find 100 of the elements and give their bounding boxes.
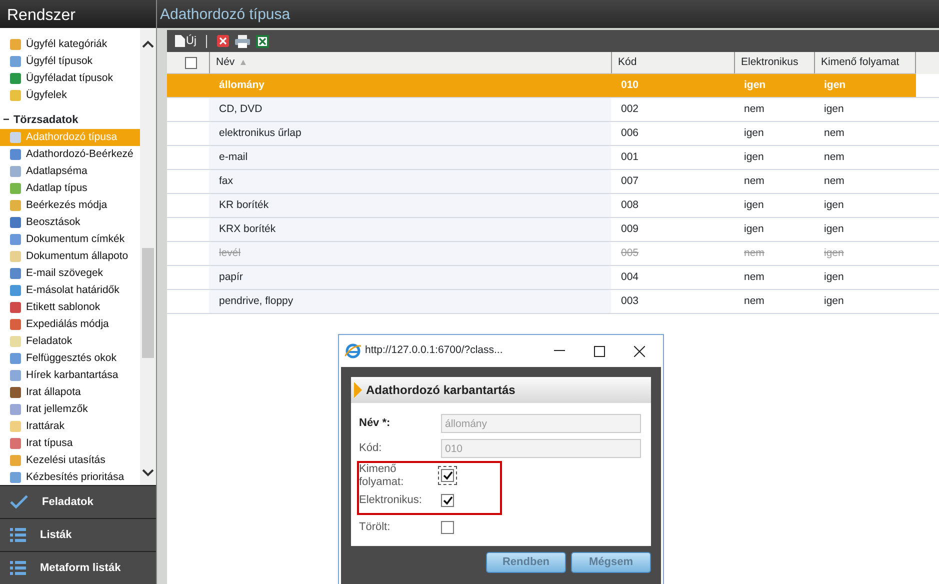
table-cell: CD, DVD: [209, 98, 611, 122]
sidebar-item[interactable]: Irat állapota: [0, 384, 140, 401]
item-label: Irat állapota: [26, 384, 81, 400]
sidebar-item[interactable]: Ügyfél típusok: [0, 53, 140, 70]
square-icon: [10, 353, 21, 364]
square-icon: [10, 183, 21, 194]
item-label: Irat jellemzők: [26, 402, 88, 417]
square-icon: [10, 132, 21, 143]
item-label: Beosztások: [26, 214, 80, 230]
square-icon: [10, 234, 21, 245]
table-cell: igen: [814, 74, 916, 98]
field-label: Elektronikus:: [359, 494, 423, 507]
table-cell: igen: [734, 218, 814, 242]
delete-icon[interactable]: [217, 35, 230, 47]
minimize-icon: [554, 350, 564, 352]
item-label: Beérkezés módja: [26, 198, 108, 213]
table-cell: nem: [814, 122, 916, 146]
browser-icon: [345, 343, 361, 359]
sidebar-item[interactable]: Kézbesítés prioritása: [0, 469, 140, 485]
sidebar-item[interactable]: Felfüggesztés okok: [0, 350, 140, 367]
square-icon: [10, 200, 21, 211]
item-label: E-másolat határidők: [26, 282, 120, 298]
sidebar-item[interactable]: Irat jellemzők: [0, 401, 140, 418]
column-header[interactable]: Elektronikus: [734, 52, 814, 74]
table-cell: nem: [734, 266, 814, 290]
item-label: Adathordozó-Beérkezé: [26, 146, 134, 162]
sidebar-item[interactable]: Dokumentum állapoto: [0, 248, 140, 265]
table-cell: 009: [611, 218, 734, 242]
field-label: Kód:: [359, 442, 383, 455]
square-icon: [10, 302, 21, 313]
check-icon: [10, 495, 28, 509]
sidebar-item[interactable]: Ügyfelek: [0, 87, 140, 104]
sidebar-item[interactable]: Adatlap típus: [0, 180, 140, 197]
item-label: Dokumentum címkék: [26, 232, 125, 247]
sidebar-item[interactable]: Etikett sablonok: [0, 299, 140, 316]
sidebar-item[interactable]: E-mail szövegek: [0, 265, 140, 282]
table-cell: igen: [734, 194, 814, 218]
spreadsheet-icon[interactable]: [256, 34, 270, 48]
square-icon: [10, 251, 21, 262]
table-cell: nem: [734, 170, 814, 194]
sidebar-item[interactable]: Kezelési utasítás: [0, 452, 140, 469]
column-header[interactable]: Név ▲: [209, 52, 611, 74]
item-label: Expediálás módja: [26, 316, 109, 332]
new-button[interactable]: Új: [175, 32, 196, 50]
square-icon: [10, 438, 21, 449]
sidebar-item[interactable]: Ügyfél kategóriák: [0, 36, 140, 53]
item-label: E-mail szövegek: [26, 266, 104, 281]
checkbox[interactable]: [438, 491, 457, 510]
item-label: Adathordozó típusa: [26, 130, 118, 145]
sidebar-item[interactable]: Beosztások: [0, 214, 140, 231]
scroll-up-icon[interactable]: [142, 40, 154, 48]
sidebar-item[interactable]: Irattárak: [0, 418, 140, 435]
sidebar-item[interactable]: Adathordozó-Beérkezé: [0, 146, 140, 163]
square-icon: [10, 421, 21, 432]
item-label: Irattárak: [26, 418, 65, 434]
column-header[interactable]: Kimenő folyamat: [814, 52, 916, 74]
table-cell: igen: [814, 194, 916, 218]
table-cell: [167, 74, 209, 98]
square-icon: [10, 404, 21, 415]
column-header[interactable]: Kód: [611, 52, 734, 74]
table-cell: 003: [611, 290, 734, 314]
sidebar-item[interactable]: Ügyféladat típusok: [0, 70, 140, 87]
item-label: Ügyfél kategóriák: [26, 36, 108, 52]
square-icon: [10, 268, 21, 279]
print-icon[interactable]: [235, 34, 250, 48]
table-cell: papír: [209, 266, 611, 290]
table-cell: 005: [611, 242, 734, 266]
sort-icon: ▲: [238, 56, 248, 70]
sidebar-item[interactable]: Dokumentum címkék: [0, 231, 140, 248]
select-all-checkbox[interactable]: [185, 56, 197, 68]
sidebar-item[interactable]: Irat típusa: [0, 435, 140, 452]
close-icon: [634, 346, 644, 356]
sidebar-item[interactable]: Feladatok: [0, 333, 140, 350]
page-title: Adathordozó típusa: [157, 0, 939, 28]
table-cell: 008: [611, 194, 734, 218]
checkbox[interactable]: [438, 466, 457, 485]
item-label: Felfüggesztés okok: [26, 350, 116, 366]
table-cell: levél: [209, 242, 611, 266]
group-label: Törzsadatok: [13, 113, 78, 128]
square-icon: [10, 56, 21, 67]
checkbox[interactable]: [438, 518, 457, 537]
field-label: Kimenő folyamat:: [359, 463, 405, 488]
sidebar-item[interactable]: E-másolat határidők: [0, 282, 140, 299]
sidebar-item[interactable]: Beérkezés módja: [0, 197, 140, 214]
scrollbar-thumb[interactable]: [142, 248, 154, 358]
sidebar-item[interactable]: Hírek karbantartása: [0, 367, 140, 384]
square-icon: [10, 39, 21, 50]
scroll-down-icon[interactable]: [142, 469, 154, 477]
table-cell: 002: [611, 98, 734, 122]
maximize-icon: [594, 346, 604, 356]
table-cell: elektronikus űrlap: [209, 122, 611, 146]
square-icon: [10, 217, 21, 228]
sidebar-item[interactable]: Expediálás módja: [0, 316, 140, 333]
triangle-icon: [354, 382, 362, 398]
square-icon: [10, 319, 21, 330]
square-icon: [10, 387, 21, 398]
table-cell: pendrive, floppy: [209, 290, 611, 314]
item-label: Adatlapséma: [26, 164, 88, 179]
sidebar-item[interactable]: Adatlapséma: [0, 163, 140, 180]
table-cell: 007: [611, 170, 734, 194]
